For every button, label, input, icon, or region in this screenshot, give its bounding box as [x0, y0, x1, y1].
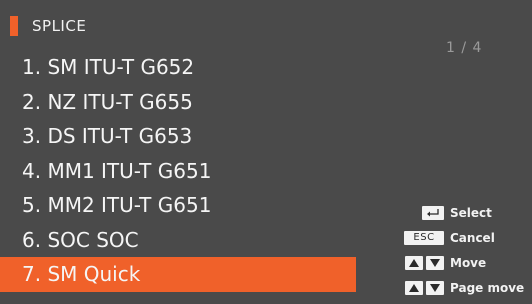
- help-row-cancel: ESC Cancel: [396, 225, 528, 250]
- arrow-up-icon: [405, 255, 423, 270]
- key-help-panel: Select ESC Cancel Move Page move: [396, 200, 528, 300]
- menu-item-mm2-g651[interactable]: 5. MM2 ITU-T G651: [0, 188, 356, 223]
- menu-item-mm1-g651[interactable]: 4. MM1 ITU-T G651: [0, 154, 356, 189]
- help-select-label: Select: [450, 205, 492, 220]
- help-cancel-label: Cancel: [450, 230, 495, 245]
- esc-key: ESC: [404, 230, 444, 245]
- help-row-select: Select: [396, 200, 528, 225]
- help-row-page-move: Page move: [396, 275, 528, 300]
- title-bar: SPLICE: [10, 16, 86, 36]
- arrow-down-icon: [426, 255, 444, 270]
- help-page-move-label: Page move: [450, 280, 525, 295]
- menu-item-ds-g653[interactable]: 3. DS ITU-T G653: [0, 119, 356, 154]
- menu-item-sm-quick[interactable]: 7. SM Quick: [0, 257, 356, 292]
- title-accent-mark: [10, 16, 18, 36]
- screen-title: SPLICE: [32, 17, 87, 35]
- menu-item-nz-g655[interactable]: 2. NZ ITU-T G655: [0, 85, 356, 120]
- help-move-label: Move: [450, 255, 487, 270]
- page-down-icon: [426, 280, 444, 295]
- page-up-icon: [405, 280, 423, 295]
- enter-key-icon: [422, 205, 444, 220]
- splice-screen: SPLICE 1 / 4 1. SM ITU-T G652 2. NZ ITU-…: [0, 0, 532, 304]
- menu-item-sm-g652[interactable]: 1. SM ITU-T G652: [0, 50, 356, 85]
- menu-item-soc[interactable]: 6. SOC SOC: [0, 223, 356, 258]
- help-row-move: Move: [396, 250, 528, 275]
- page-indicator: 1 / 4: [446, 40, 483, 56]
- splice-mode-list: 1. SM ITU-T G652 2. NZ ITU-T G655 3. DS …: [0, 50, 356, 292]
